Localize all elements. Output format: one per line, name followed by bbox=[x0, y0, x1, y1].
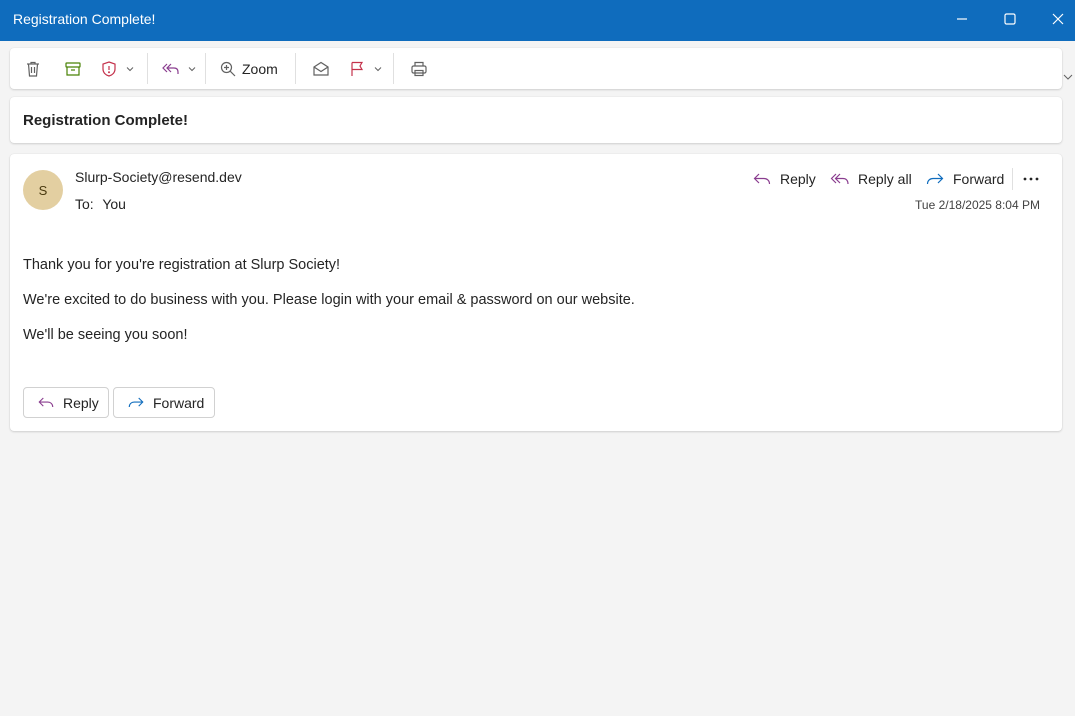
avatar[interactable]: S bbox=[23, 170, 63, 210]
toolbar-separator bbox=[205, 53, 206, 84]
flag-button[interactable] bbox=[348, 54, 388, 83]
toolbar-separator bbox=[393, 53, 394, 84]
footer-forward-button[interactable]: Forward bbox=[113, 387, 215, 418]
maximize-icon bbox=[1004, 13, 1016, 25]
message-body: Thank you for you're registration at Slu… bbox=[23, 256, 635, 361]
toolbar-separator bbox=[147, 53, 148, 84]
reply-all-menu-button[interactable] bbox=[160, 54, 198, 83]
reply-all-button[interactable]: Reply all bbox=[830, 168, 912, 190]
minimize-icon bbox=[957, 18, 967, 20]
avatar-initial: S bbox=[38, 182, 48, 198]
toolbar-separator bbox=[295, 53, 296, 84]
window-title: Registration Complete! bbox=[13, 11, 156, 27]
reply-icon bbox=[753, 173, 771, 185]
close-icon bbox=[1052, 13, 1064, 25]
maximize-button[interactable] bbox=[987, 0, 1033, 38]
chevron-down-icon bbox=[374, 66, 382, 71]
header-separator bbox=[1012, 168, 1013, 190]
forward-icon bbox=[926, 173, 944, 185]
flag-icon bbox=[351, 61, 364, 76]
reply-label: Reply bbox=[780, 171, 816, 187]
forward-button[interactable]: Forward bbox=[925, 168, 1004, 190]
zoom-button[interactable]: Zoom bbox=[220, 54, 282, 83]
report-icon bbox=[102, 60, 116, 77]
zoom-icon bbox=[220, 61, 236, 76]
footer-forward-label: Forward bbox=[153, 394, 205, 411]
body-paragraph: Thank you for you're registration at Slu… bbox=[23, 257, 341, 273]
reply-icon bbox=[38, 397, 54, 408]
zoom-label: Zoom bbox=[242, 60, 278, 77]
body-paragraph: We'll be seeing you soon! bbox=[23, 327, 188, 343]
reply-all-label: Reply all bbox=[858, 171, 912, 187]
recipient-line: To: You bbox=[75, 196, 126, 212]
body-paragraph: We're excited to do business with you. P… bbox=[23, 292, 635, 308]
chevron-down-icon bbox=[126, 66, 134, 71]
mark-read-icon bbox=[313, 61, 329, 76]
sender-address[interactable]: Slurp-Society@resend.dev bbox=[75, 169, 242, 185]
delete-button[interactable] bbox=[20, 54, 46, 83]
message-date: Tue 2/18/2025 8:04 PM bbox=[915, 198, 1040, 212]
to-label: To: bbox=[75, 196, 94, 212]
reply-button[interactable]: Reply bbox=[752, 168, 816, 190]
footer-reply-label: Reply bbox=[63, 394, 99, 411]
mark-read-button[interactable] bbox=[308, 54, 334, 83]
message-subject: Registration Complete! bbox=[23, 112, 189, 129]
message-card: S Slurp-Society@resend.dev To: You Reply… bbox=[10, 154, 1062, 431]
reply-all-icon bbox=[162, 63, 179, 74]
print-icon bbox=[411, 61, 427, 76]
forward-label: Forward bbox=[953, 171, 1005, 187]
more-actions-button[interactable] bbox=[1021, 168, 1041, 190]
more-icon bbox=[1023, 177, 1039, 181]
title-bar: Registration Complete! bbox=[0, 0, 1075, 41]
minimize-button[interactable] bbox=[939, 0, 985, 38]
chevron-down-icon bbox=[188, 66, 196, 71]
report-button[interactable] bbox=[100, 54, 140, 83]
archive-icon bbox=[65, 61, 81, 76]
footer-reply-button[interactable]: Reply bbox=[23, 387, 109, 418]
delete-icon bbox=[27, 61, 39, 77]
forward-icon bbox=[128, 397, 144, 408]
close-button[interactable] bbox=[1035, 0, 1075, 38]
message-toolbar: Zoom bbox=[10, 48, 1062, 89]
print-button[interactable] bbox=[406, 54, 432, 83]
recipient-value[interactable]: You bbox=[102, 196, 126, 212]
subject-card: Registration Complete! bbox=[10, 97, 1062, 143]
archive-button[interactable] bbox=[60, 54, 86, 83]
reply-all-icon bbox=[830, 173, 849, 185]
toolbar-overflow-chevron-icon[interactable] bbox=[1063, 72, 1073, 82]
